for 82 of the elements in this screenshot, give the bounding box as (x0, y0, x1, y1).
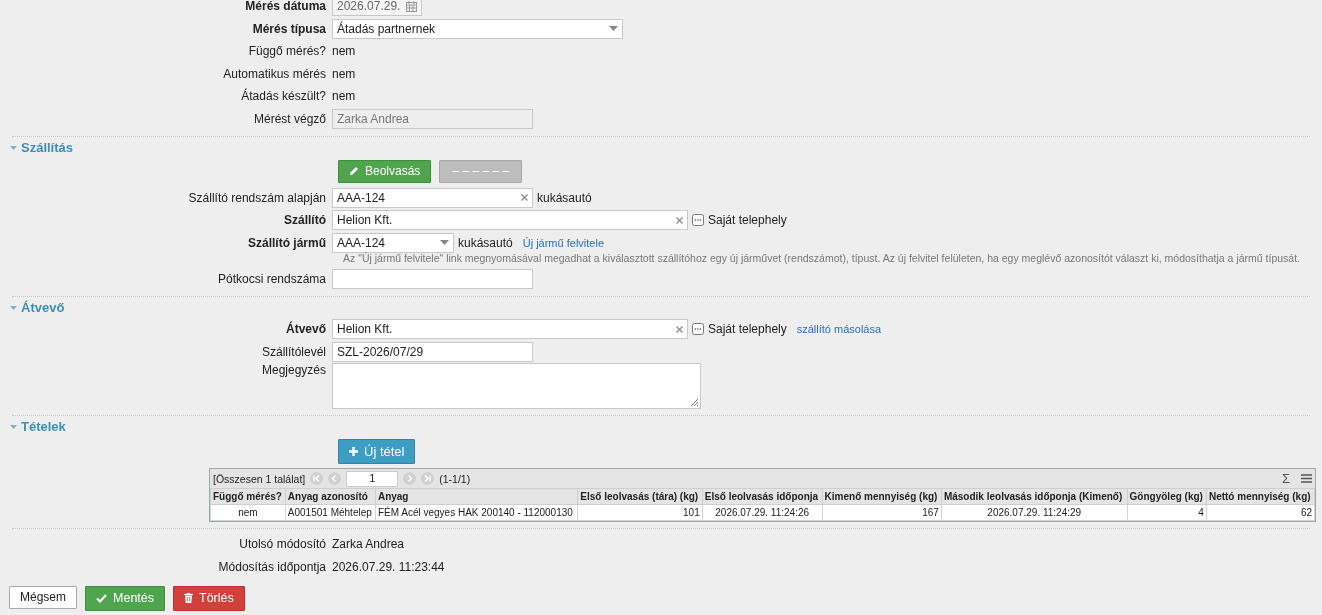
dropdown-arrow-icon[interactable] (440, 240, 449, 245)
more-icon[interactable] (692, 323, 704, 335)
field-value: nem (332, 44, 356, 58)
field-label: Szállító (283, 213, 327, 227)
delete-button[interactable]: Törlés (173, 585, 245, 611)
column-header[interactable]: Göngyöleg (kg) (1127, 488, 1207, 505)
table-cell: 2026.07.29. 11:24:26 (702, 504, 823, 521)
column-header[interactable]: Nettó mennyiség (kg) (1206, 488, 1315, 505)
page-range: (1-1/1) (439, 472, 471, 485)
field-label: Mérést végző (252, 111, 327, 126)
select-field[interactable]: Átadás partnernek (332, 18, 623, 39)
field-label: Szállító rendszám alapján (187, 190, 327, 205)
field-label: Átadás készült? (240, 89, 327, 103)
textarea-field[interactable] (332, 363, 701, 409)
column-header[interactable]: Első leolvasás időponja (702, 488, 823, 505)
table-cell: 4 (1127, 504, 1207, 521)
date-field[interactable]: 2026.07.29. (332, 0, 422, 16)
sum-button[interactable]: Σ (1281, 471, 1290, 486)
column-header[interactable]: Kimenő mennyiség (kg) (822, 488, 942, 505)
column-header[interactable]: Első leolvasás (tára) (kg) (577, 488, 703, 505)
field-value: Zarka Andrea (332, 537, 405, 551)
field-suffix: Saját telephely (708, 322, 787, 336)
next-page-icon[interactable] (403, 472, 417, 485)
field-label: Pótkocsi rendszáma (216, 272, 327, 286)
help-text: Az "Új jármű felvitele" link megnyomásával megadhat a kiválasztott szállítóhoz egy új járművet (rendszámot), típust. Az új felvitel felületen, ha egy meglévő azonosítót választ ki, módosíthatja a jármű típusát. (343, 252, 1301, 264)
field-label: Szállítólevél (260, 344, 327, 359)
dropdown-arrow-icon[interactable] (609, 26, 618, 31)
column-header[interactable]: Második leolvasás időponja (Kimenő) (941, 488, 1128, 505)
column-header[interactable]: Anyag azonosító (285, 488, 376, 505)
select-field[interactable]: AAA-124 (332, 232, 454, 253)
clear-icon[interactable] (521, 194, 528, 201)
resize-grip-icon[interactable] (690, 398, 699, 407)
more-icon[interactable] (692, 214, 704, 226)
field-label: Mérés típusa (251, 21, 327, 36)
plus-icon (349, 447, 358, 456)
field-value: nem (332, 66, 356, 81)
menu-icon[interactable] (1301, 474, 1312, 483)
result-count: [Összesen 1 találat] (213, 472, 306, 485)
table-cell: 62 (1206, 504, 1315, 521)
first-page-icon[interactable] (310, 472, 324, 485)
page-field[interactable]: 1 (346, 470, 399, 487)
table-cell: 2026.07.29. 11:24:29 (941, 504, 1128, 521)
collapse-icon[interactable] (10, 423, 17, 430)
link[interactable]: Új jármű felvitele (522, 236, 604, 249)
calendar-icon[interactable] (406, 0, 417, 12)
field-label: Megjegyzés (260, 363, 327, 377)
collapse-icon[interactable] (10, 143, 17, 151)
input-field[interactable]: SZL-2026/07/29 (332, 341, 533, 362)
table-cell: nem (210, 504, 286, 521)
lookup-field[interactable]: Helion Kft. (332, 319, 688, 339)
clear-icon[interactable] (676, 325, 683, 333)
table-cell: 167 (822, 504, 942, 521)
field-label: Mérés dátuma (244, 0, 327, 13)
trash-icon (184, 593, 193, 603)
table-cell: FÉM Acél vegyes HAK 200140 - 112000130 (375, 504, 578, 521)
field-label: Szállító jármű (246, 235, 327, 250)
field-label: Módosítás időpontja (217, 559, 327, 574)
check-icon (96, 593, 107, 603)
field-label: Automatikus mérés (222, 66, 327, 81)
table-cell: 101 (577, 504, 703, 521)
lookup-field[interactable]: Helion Kft. (332, 210, 688, 230)
field-label: Függő mérés? (247, 44, 327, 58)
collapse-icon[interactable] (10, 304, 17, 311)
action-button[interactable]: Mégsem (9, 585, 77, 609)
field-value: nem (332, 89, 356, 103)
field-value: 2026.07.29. 11:23:44 (332, 559, 445, 574)
clear-icon[interactable] (676, 216, 683, 224)
table-cell: A001501 Méhtelep (285, 504, 376, 521)
link[interactable]: szállító másolása (796, 323, 882, 335)
column-header[interactable]: Függő mérés? (210, 488, 286, 505)
search-field[interactable]: AAA-124 (332, 187, 533, 208)
field-suffix: kukásautó (458, 235, 513, 250)
last-page-icon[interactable] (421, 472, 435, 485)
input-field[interactable] (332, 269, 533, 289)
field-label: Utolsó módosító (238, 537, 327, 551)
field-suffix: Saját telephely (708, 213, 787, 227)
field-suffix: kukásautó (537, 190, 592, 205)
previous-page-icon[interactable] (328, 472, 342, 485)
readonly-field: Zarka Andrea (332, 108, 533, 129)
field-label: Átvevő (285, 322, 327, 336)
pencil-icon (349, 166, 359, 176)
column-header[interactable]: Anyag (375, 488, 578, 505)
